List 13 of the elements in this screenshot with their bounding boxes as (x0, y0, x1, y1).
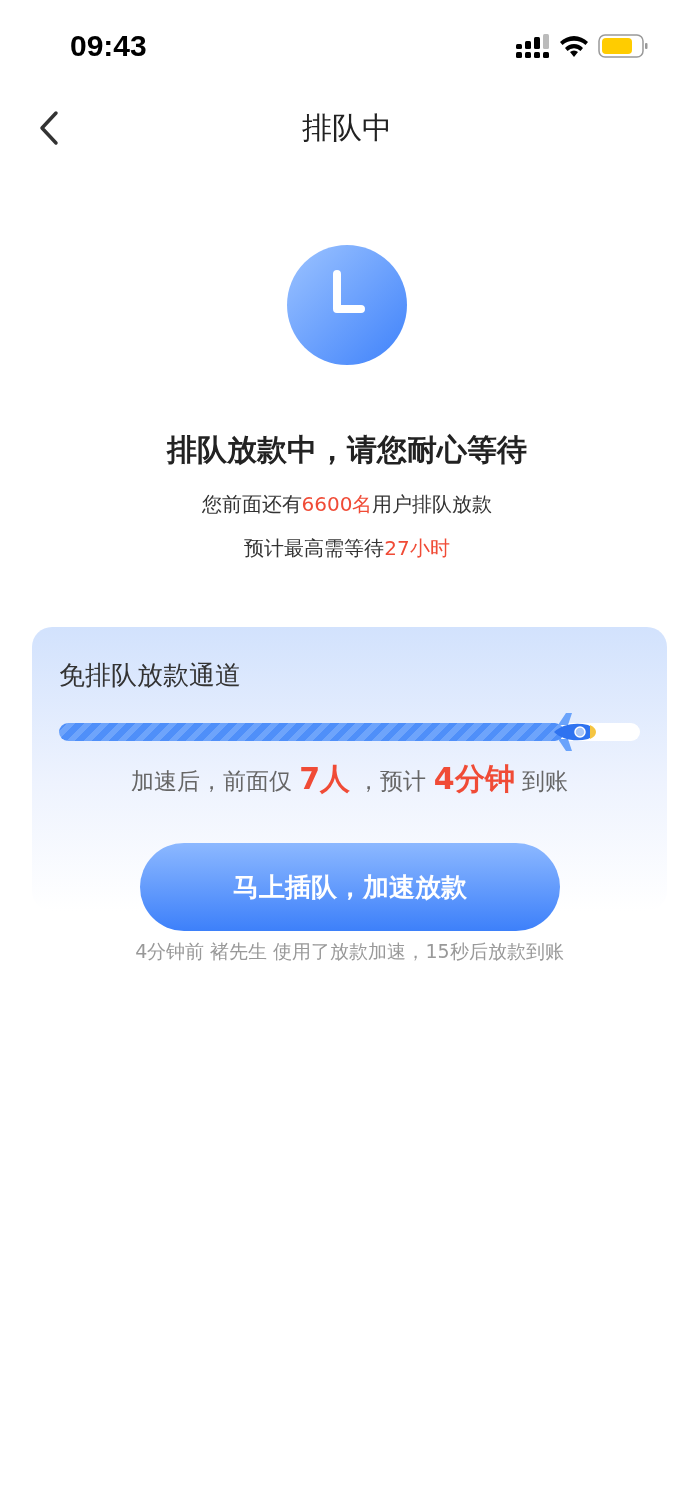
signal-icon (516, 34, 550, 58)
notice-text: 4分钟前 褚先生 使用了放款加速，15秒后放款到账 (134, 939, 565, 964)
page-title: 排队中 (302, 108, 392, 147)
battery-icon (598, 34, 648, 58)
queue-text: 预计最高需等待27小时 (244, 535, 450, 562)
wifi-icon (560, 35, 588, 57)
speedup-text: 加速后，前面仅 7人 ，预计 4分钟 到账 (130, 760, 569, 798)
speed-up-button[interactable]: 马上插队，加速放款 (139, 843, 560, 931)
card-title: 免排队放款通道 (59, 659, 242, 692)
status-heading: 排队放款中，请您耐心等待 (167, 431, 527, 469)
clock-icon (286, 244, 408, 366)
queue-text: 您前面还有6600名用户排队放款 (201, 491, 493, 518)
status-time: 09:43 (70, 29, 147, 63)
